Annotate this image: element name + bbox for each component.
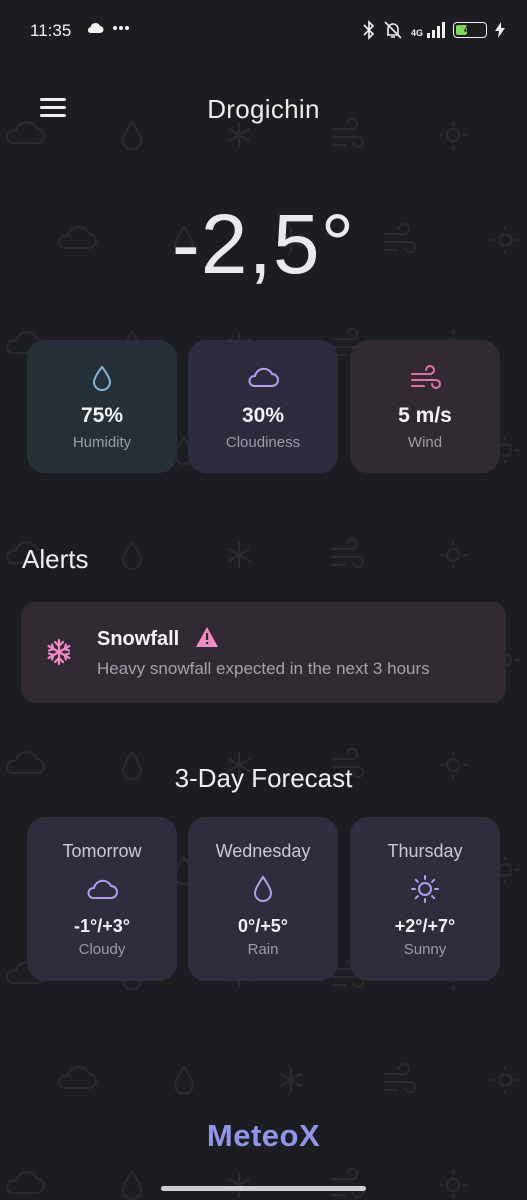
- background-weather-glyph: [384, 1063, 416, 1093]
- bluetooth-icon: [363, 20, 375, 40]
- background-weather-glyph: [121, 1170, 143, 1200]
- wind-value: 5 m/s: [398, 404, 452, 427]
- background-weather-glyph: [227, 1172, 251, 1198]
- forecast-title: 3-Day Forecast: [174, 763, 353, 793]
- background-weather-glyph: [332, 1168, 364, 1198]
- current-temperature: -2,5°: [171, 197, 356, 291]
- alert-card-snowfall[interactable]: Snowfall Heavy snowfall expected in the …: [21, 602, 506, 703]
- background-weather-glyph: [121, 540, 143, 570]
- background-weather-pattern: [6, 118, 519, 1200]
- forecast-temp: -1°/+3°: [74, 916, 130, 936]
- wind-card: 5 m/s Wind: [350, 340, 500, 473]
- cloudiness-label: Cloudiness: [225, 434, 301, 451]
- forecast-card-tomorrow[interactable]: Tomorrow -1°/+3° Cloudy: [27, 817, 177, 981]
- status-time: 11:35: [30, 21, 72, 40]
- background-weather-glyph: [279, 1067, 303, 1093]
- cloudiness-card: 30% Cloudiness: [188, 340, 338, 473]
- alert-description: Heavy snowfall expected in the next 3 ho…: [97, 659, 430, 678]
- forecast-condition: Cloudy: [78, 941, 126, 958]
- forecast-day: Thursday: [387, 841, 463, 861]
- background-weather-glyph: [332, 538, 364, 568]
- humidity-value: 75%: [80, 404, 124, 427]
- background-weather-glyph: [227, 122, 251, 148]
- alerts-title: Alerts: [22, 544, 89, 574]
- forecast-temp: 0°/+5°: [238, 916, 288, 936]
- humidity-card: 75% Humidity: [27, 340, 177, 473]
- brand-logo: MeteoX: [206, 1118, 321, 1153]
- background-weather-glyph: [439, 541, 467, 569]
- forecast-condition: Sunny: [403, 941, 447, 958]
- cloud-icon: [245, 364, 281, 392]
- background-weather-glyph: [121, 120, 143, 150]
- status-bar: 11:35 4G 40: [0, 0, 527, 62]
- humidity-label: Humidity: [72, 434, 132, 451]
- status-right-icons: 4G 40: [363, 20, 505, 40]
- forecast-day: Wednesday: [215, 841, 311, 861]
- background-weather-glyph: [6, 1171, 45, 1194]
- more-notifications-icon: [113, 26, 129, 30]
- wind-icon: [408, 364, 442, 392]
- background-weather-glyph: [6, 121, 45, 144]
- background-weather-glyph: [439, 1171, 467, 1199]
- warning-triangle-icon: [195, 626, 219, 653]
- droplet-icon: [251, 874, 275, 904]
- city-name: Drogichin: [207, 94, 320, 124]
- home-indicator[interactable]: [161, 1186, 366, 1191]
- background-weather-glyph: [58, 1066, 97, 1089]
- background-weather-glyph: [227, 542, 251, 568]
- signal-icon: [427, 22, 445, 38]
- background-weather-glyph: [439, 121, 467, 149]
- charging-bolt-icon: [495, 22, 505, 38]
- mute-icon: [384, 21, 402, 39]
- snowflake-icon: [45, 638, 73, 671]
- forecast-card-wednesday[interactable]: Wednesday 0°/+5° Rain: [188, 817, 338, 981]
- forecast-temp: +2°/+7°: [394, 916, 456, 936]
- cloud-status-icon: [87, 23, 104, 33]
- network-type: 4G: [410, 28, 423, 38]
- background-weather-glyph: [491, 1066, 519, 1094]
- forecast-day: Tomorrow: [62, 841, 142, 861]
- battery-level: 40: [463, 24, 477, 36]
- battery-icon: 40: [453, 22, 487, 38]
- droplet-icon: [90, 364, 114, 392]
- sun-icon: [410, 874, 440, 904]
- alert-title: Snowfall: [97, 628, 180, 650]
- cloud-icon: [84, 874, 120, 904]
- wind-label: Wind: [407, 434, 443, 451]
- forecast-card-thursday[interactable]: Thursday +2°/+7° Sunny: [350, 817, 500, 981]
- network-indicator: 4G: [411, 22, 445, 38]
- status-left-icons: [86, 22, 130, 34]
- background-weather-glyph: [173, 1065, 195, 1095]
- cloudiness-value: 30%: [241, 404, 285, 427]
- forecast-condition: Rain: [247, 941, 279, 958]
